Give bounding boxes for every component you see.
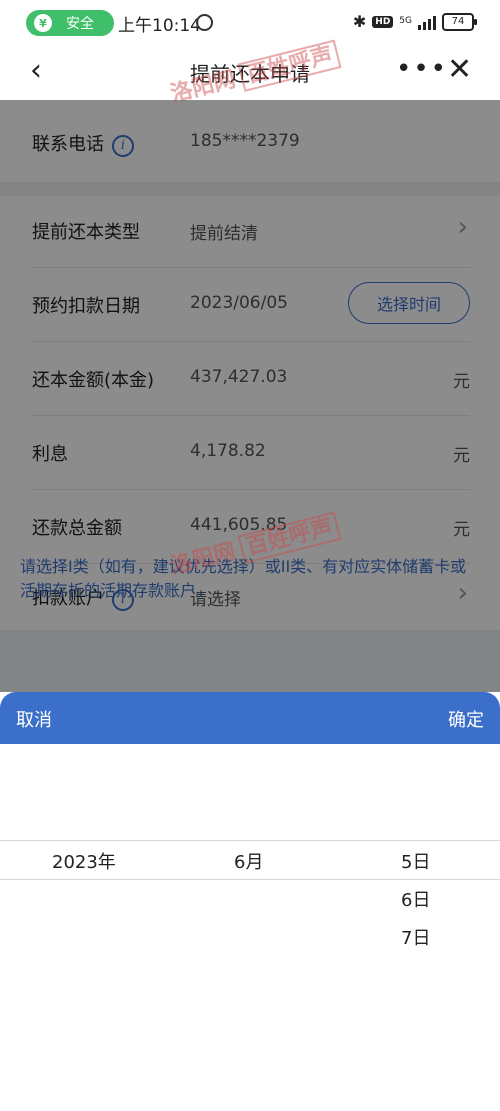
month-option[interactable]: 6月 bbox=[234, 848, 263, 874]
day-option[interactable]: 5日 bbox=[401, 848, 430, 874]
hd-icon: HD bbox=[372, 15, 394, 28]
modal-backdrop[interactable] bbox=[0, 100, 500, 695]
status-bar: ¥ 安全 上午10:14 ✱ HD 5G 74 bbox=[0, 0, 500, 46]
day-option[interactable]: 6日 bbox=[401, 886, 430, 912]
more-icon[interactable]: ••• bbox=[396, 54, 448, 84]
shield-icon: ¥ bbox=[34, 14, 52, 32]
close-icon[interactable]: ✕ bbox=[447, 52, 472, 87]
date-picker-sheet: 取消 确定 2023年 6月 5日 6日 7日 bbox=[0, 692, 500, 1111]
clock: 上午10:14 bbox=[118, 16, 201, 36]
network-type: 5G bbox=[399, 16, 412, 26]
battery-icon: 74 bbox=[442, 12, 477, 31]
alarm-icon bbox=[196, 14, 213, 31]
picker-wheels[interactable]: 2023年 6月 5日 6日 7日 bbox=[0, 744, 500, 1111]
year-wheel[interactable]: 2023年 bbox=[0, 744, 166, 1111]
cancel-button[interactable]: 取消 bbox=[16, 706, 52, 732]
safe-badge[interactable]: ¥ 安全 bbox=[26, 10, 114, 36]
signal-icon bbox=[418, 14, 436, 30]
confirm-button[interactable]: 确定 bbox=[448, 706, 484, 732]
day-wheel[interactable]: 5日 6日 7日 bbox=[334, 744, 500, 1111]
month-wheel[interactable]: 6月 bbox=[166, 744, 334, 1111]
day-option[interactable]: 7日 bbox=[401, 924, 430, 950]
picker-header: 取消 确定 bbox=[0, 692, 500, 744]
safe-label: 安全 bbox=[66, 16, 94, 32]
year-option[interactable]: 2023年 bbox=[52, 848, 116, 874]
system-icons: ✱ HD 5G 74 bbox=[352, 12, 477, 31]
bluetooth-icon: ✱ bbox=[352, 12, 367, 31]
